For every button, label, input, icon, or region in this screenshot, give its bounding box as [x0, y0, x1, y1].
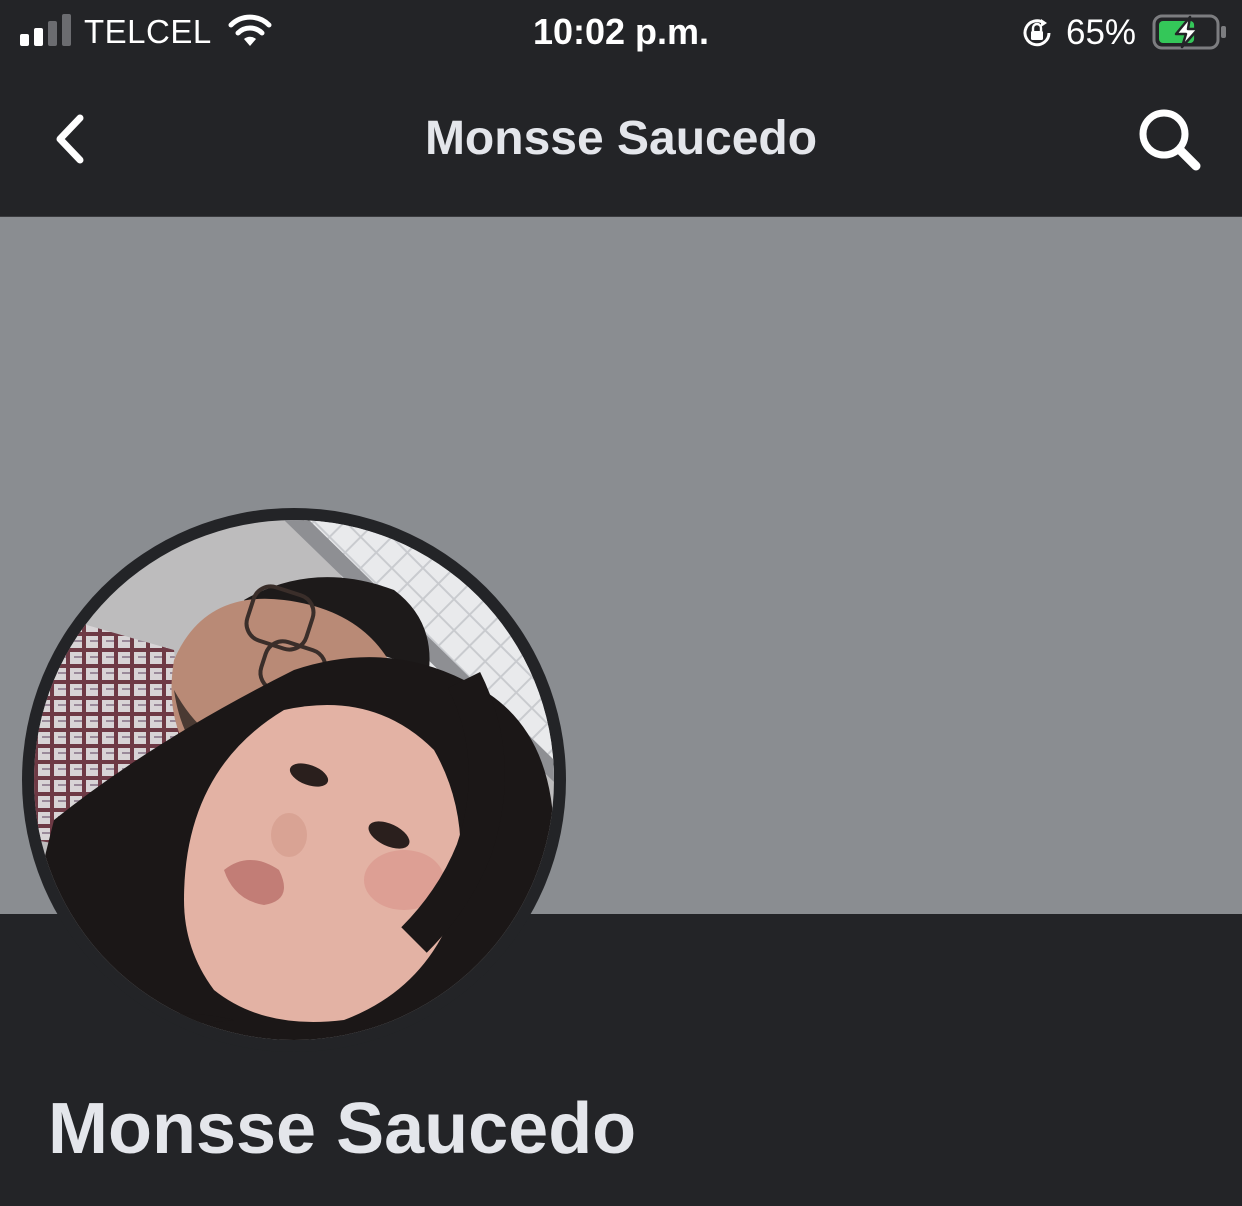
rotation-lock-icon	[1023, 19, 1051, 47]
battery-charging-icon	[1152, 14, 1226, 50]
search-icon	[1139, 109, 1201, 171]
status-time: 10:02 p.m.	[532, 11, 710, 52]
avatar-image	[34, 520, 554, 1040]
profile-screen: TELCEL 10:02 p.m. 65% Monsse Saucedo Mon…	[0, 0, 1242, 1206]
navigation-bar: Monsse Saucedo	[0, 64, 1242, 217]
profile-name: Monsse Saucedo	[48, 1089, 637, 1169]
status-bar: TELCEL 10:02 p.m. 65%	[0, 0, 1242, 64]
profile-picture[interactable]	[22, 508, 566, 1052]
search-button[interactable]	[1130, 100, 1212, 182]
page-title: Monsse Saucedo	[424, 112, 818, 165]
battery-percentage: 65%	[1066, 13, 1137, 52]
